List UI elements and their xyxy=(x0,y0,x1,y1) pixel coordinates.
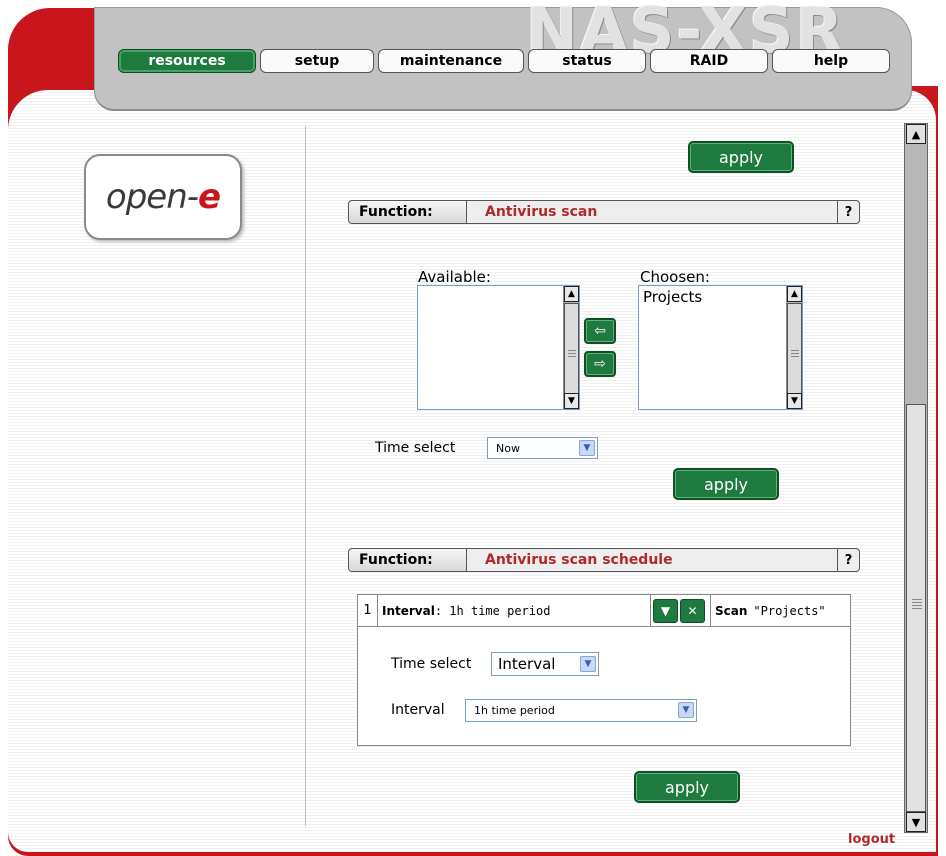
logo-text-main: open- xyxy=(105,177,199,217)
chevron-down-icon[interactable]: ▼ xyxy=(579,440,595,456)
chosen-list-scrollbar[interactable]: ▲ ▼ xyxy=(786,286,802,409)
scan-value: "Projects" xyxy=(753,603,826,618)
available-list-scrollbar[interactable]: ▲ ▼ xyxy=(563,286,579,409)
interval-key: Interval xyxy=(382,603,435,618)
expand-down-icon[interactable]: ▼ xyxy=(653,598,678,623)
row-number: 1 xyxy=(358,595,378,626)
schedule-time-select-label: Time select xyxy=(391,656,472,672)
list-item[interactable]: Projects xyxy=(639,286,802,308)
apply-button-schedule[interactable]: apply xyxy=(634,771,740,803)
logout-link[interactable]: logout xyxy=(848,832,895,847)
function-name: Antivirus scan schedule xyxy=(485,552,673,568)
scan-key: Scan xyxy=(715,603,748,618)
tab-help[interactable]: help xyxy=(772,49,890,73)
table-row: 1 Interval: 1h time period ▼ ✕ Scan "Proj… xyxy=(358,595,850,627)
row-scan: Scan "Projects" xyxy=(710,595,850,626)
chosen-label: Choosen: xyxy=(640,268,710,286)
function-name: Antivirus scan xyxy=(485,204,598,220)
scroll-thumb[interactable] xyxy=(787,303,802,407)
tab-status[interactable]: status xyxy=(528,49,646,73)
schedule-time-select-dropdown[interactable]: Interval ▼ xyxy=(491,652,599,676)
logo-text: open-e xyxy=(105,177,221,217)
schedule-interval-value: 1h time period xyxy=(474,704,555,717)
move-left-arrow-icon[interactable]: ⇦ xyxy=(584,318,616,344)
scroll-down-icon[interactable]: ▼ xyxy=(564,393,579,409)
tab-resources[interactable]: resources xyxy=(118,49,256,73)
apply-button-top[interactable]: apply xyxy=(688,141,794,173)
main-nav: resources setup maintenance status RAID … xyxy=(118,49,890,73)
available-label: Available: xyxy=(418,268,491,286)
tab-maintenance[interactable]: maintenance xyxy=(378,49,524,73)
delete-x-icon[interactable]: ✕ xyxy=(680,598,705,623)
function-header-antivirus-scan: Function: Antivirus scan ? xyxy=(348,200,860,224)
scroll-up-icon[interactable]: ▲ xyxy=(564,286,579,302)
scroll-down-icon[interactable]: ▼ xyxy=(906,812,926,832)
tab-raid[interactable]: RAID xyxy=(650,49,768,73)
available-list[interactable]: ▲ ▼ xyxy=(417,285,580,410)
function-label: Function: xyxy=(349,201,467,223)
tab-setup[interactable]: setup xyxy=(260,49,374,73)
chosen-list[interactable]: Projects ▲ ▼ xyxy=(638,285,803,410)
column-divider xyxy=(305,126,306,826)
chevron-down-icon[interactable]: ▼ xyxy=(678,702,694,718)
chevron-down-icon[interactable]: ▼ xyxy=(580,656,596,672)
move-right-arrow-icon[interactable]: ⇨ xyxy=(584,351,616,377)
apply-button-antivirus[interactable]: apply xyxy=(673,468,779,500)
row-tools: ▼ ✕ xyxy=(650,595,710,626)
scroll-thumb[interactable] xyxy=(906,404,926,812)
schedule-interval-label: Interval xyxy=(391,702,445,718)
interval-value: : 1h time period xyxy=(434,603,551,618)
open-e-logo: open-e xyxy=(84,154,242,240)
schedule-interval-dropdown[interactable]: 1h time period ▼ xyxy=(465,699,697,722)
time-select-label: Time select xyxy=(375,440,456,456)
scroll-up-icon[interactable]: ▲ xyxy=(906,124,926,144)
scroll-up-icon[interactable]: ▲ xyxy=(787,286,802,302)
scroll-thumb[interactable] xyxy=(564,303,579,407)
time-select-value: Now xyxy=(496,441,520,455)
page-scrollbar[interactable]: ▲ ▼ xyxy=(904,123,928,833)
logo-text-accent: e xyxy=(198,177,221,217)
function-header-antivirus-schedule: Function: Antivirus scan schedule ? xyxy=(348,548,860,572)
time-select-dropdown[interactable]: Now ▼ xyxy=(487,437,598,459)
schedule-time-select-value: Interval xyxy=(498,655,556,673)
scroll-down-icon[interactable]: ▼ xyxy=(787,393,802,409)
row-interval: Interval: 1h time period xyxy=(378,604,650,618)
help-icon[interactable]: ? xyxy=(837,201,859,223)
function-label: Function: xyxy=(349,549,467,571)
help-icon[interactable]: ? xyxy=(837,549,859,571)
